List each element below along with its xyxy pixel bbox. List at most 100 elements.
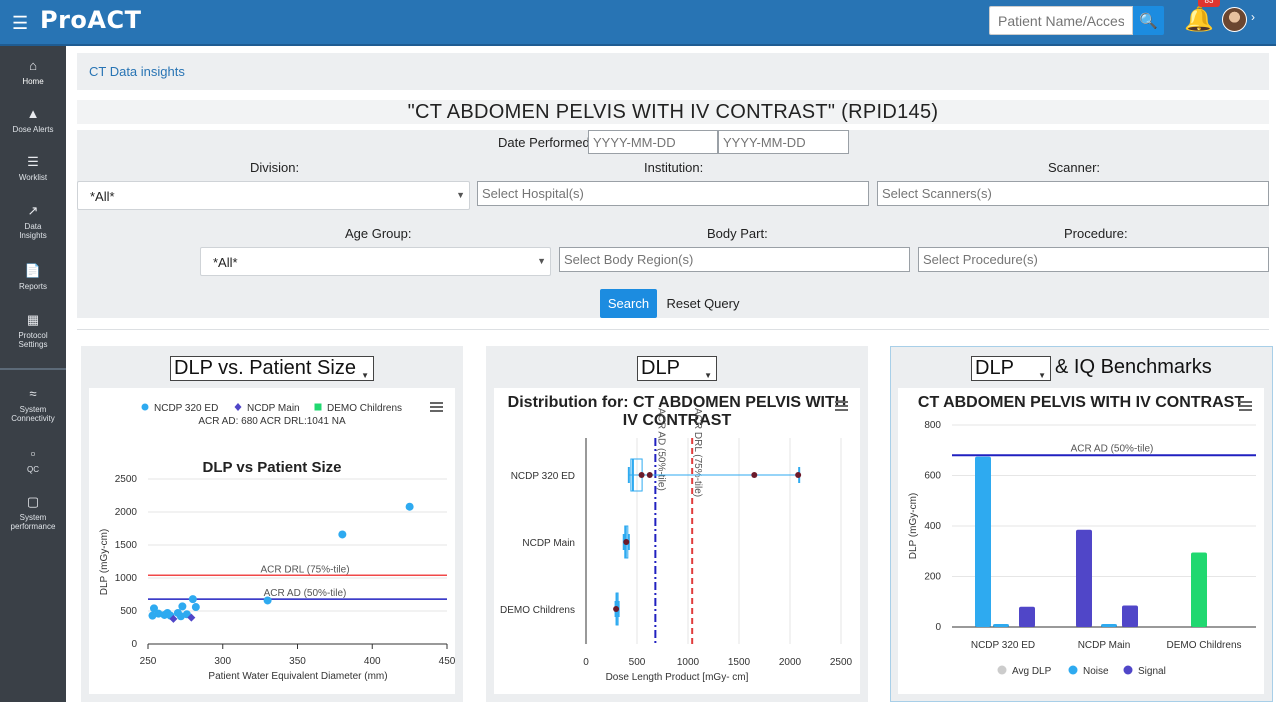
chart-type-select-2[interactable]: DLP ▼ — [637, 356, 717, 381]
sidebar-item-label: Protocol Settings — [18, 331, 48, 349]
legend-label: NCDP Main — [247, 403, 300, 414]
sidebar-item-dose-alerts[interactable]: ▲ Dose Alerts — [0, 106, 66, 134]
outlier-point — [751, 472, 758, 478]
breadcrumb[interactable]: CT Data insights — [89, 64, 185, 79]
sidebar-item-label: System performance — [10, 513, 56, 531]
chart-type-value: DLP — [641, 357, 680, 379]
reference-line-label: ACR AD (50%-tile) — [1071, 443, 1154, 454]
bar — [1019, 606, 1035, 627]
x-tick-label: 250 — [140, 656, 157, 667]
app-logo[interactable]: ProACT — [40, 6, 141, 36]
chevron-down-icon: ▼ — [1038, 371, 1046, 380]
procedure-label: Procedure: — [1064, 226, 1128, 241]
sidebar-item-worklist[interactable]: ☰ Worklist — [0, 154, 66, 182]
age-group-value: *All* — [213, 255, 238, 270]
hamburger-menu-icon — [430, 410, 443, 412]
outlier-point — [646, 472, 653, 478]
chevron-down-icon: ▼ — [704, 371, 712, 380]
category-label: DEMO Childrens — [500, 605, 575, 616]
bar — [993, 623, 1009, 627]
x-tick-label: 0 — [583, 657, 589, 668]
data-point — [178, 602, 187, 611]
chevron-down-icon: ▼ — [361, 371, 369, 380]
hamburger-menu-icon — [1239, 405, 1252, 407]
date-to-input[interactable] — [718, 130, 849, 154]
hamburger-menu-icon — [430, 406, 443, 408]
x-tick-label: 350 — [289, 656, 306, 667]
legend-marker — [997, 665, 1007, 675]
y-tick-label: 2000 — [115, 507, 138, 518]
sidebar-item-protocol-settings[interactable]: ▦ Protocol Settings — [0, 312, 66, 349]
chart-container-3: CT ABDOMEN PELVIS WITH IV CONTRAST 0 200 40… — [898, 388, 1264, 694]
sidebar-divider — [0, 368, 66, 370]
chart-type-select-3[interactable]: DLP ▼ — [971, 356, 1051, 381]
hamburger-menu-icon — [835, 409, 848, 411]
x-tick-label: 500 — [629, 657, 646, 668]
top-navbar: ☰ ProACT 🔍 🔔 83 › — [0, 0, 1276, 46]
age-group-select[interactable]: *All* ▼ — [200, 247, 551, 276]
sidebar-item-system-connectivity[interactable]: ≈ System Connectivity — [0, 386, 66, 423]
protocol-icon: ▦ — [26, 312, 40, 327]
institution-input[interactable] — [477, 181, 869, 206]
reference-line-label: ACR DRL (75%-tile) — [692, 408, 703, 497]
breadcrumb-bar — [77, 53, 1269, 90]
user-avatar[interactable] — [1222, 7, 1247, 32]
sidebar-item-home[interactable]: ⌂ Home — [0, 58, 66, 86]
reset-query-button[interactable]: Reset Query — [660, 289, 746, 318]
bar — [1191, 552, 1207, 627]
data-point — [188, 595, 197, 604]
division-label: Division: — [250, 160, 300, 175]
notification-badge: 83 — [1198, 0, 1220, 7]
legend-marker — [1068, 665, 1078, 675]
date-from-input[interactable] — [588, 130, 718, 154]
x-tick-label: 1000 — [677, 657, 700, 668]
category-label: NCDP 320 ED — [971, 640, 1035, 651]
clipboard-icon: ▫ — [30, 446, 36, 461]
procedure-input[interactable] — [918, 247, 1269, 272]
body-part-label: Body Part: — [707, 226, 768, 241]
hamburger-menu-icon — [430, 402, 443, 404]
chevron-right-icon[interactable]: › — [1251, 10, 1255, 24]
sidebar-item-qc[interactable]: ▫ QC — [0, 446, 66, 474]
patient-search-input[interactable] — [989, 6, 1133, 35]
legend-marker — [141, 403, 149, 411]
y-tick-label: 2500 — [115, 474, 138, 485]
pdf-icon: 📄 — [24, 263, 42, 278]
bar — [975, 456, 991, 627]
division-select[interactable]: *All* ▼ — [77, 181, 470, 210]
y-tick-label: 400 — [924, 521, 941, 532]
chart-type-value: DLP — [975, 357, 1014, 379]
chart-container-1: NCDP 320 ED NCDP Main DEMO Childrens ACR AD… — [89, 388, 456, 694]
division-value: *All* — [90, 189, 115, 204]
outlier-point — [638, 472, 645, 478]
date-label: Date Performed: — [498, 135, 594, 150]
chart-type-select-1[interactable]: DLP vs. Patient Size ▼ — [170, 356, 374, 381]
reference-line-label: ACR AD (50%-tile) — [264, 588, 347, 599]
category-label: NCDP Main — [1078, 640, 1131, 651]
data-point — [263, 596, 272, 605]
benchmark-suffix: & IQ Benchmarks — [1055, 356, 1212, 378]
scanner-input[interactable] — [877, 181, 1269, 206]
chart-title: CT ABDOMEN PELVIS WITH IV CONTRAST — [918, 394, 1244, 411]
data-point — [405, 502, 414, 511]
hamburger-icon[interactable]: ☰ — [12, 13, 30, 33]
institution-label: Institution: — [644, 160, 704, 175]
sidebar-item-system-performance[interactable]: ▢ System performance — [0, 494, 66, 531]
sidebar-item-data-insights[interactable]: ↗ Data Insights — [0, 203, 66, 240]
hamburger-menu-icon — [1239, 401, 1252, 403]
search-query-button[interactable]: Search — [600, 289, 657, 318]
x-tick-label: 400 — [364, 656, 381, 667]
legend-label: DEMO Childrens — [327, 403, 402, 414]
data-point — [191, 603, 200, 612]
reference-line-label: ACR AD (50%-tile) — [655, 408, 666, 491]
sidebar-item-reports[interactable]: 📄 Reports — [0, 263, 66, 291]
body-part-input[interactable] — [559, 247, 910, 272]
y-tick-label: 0 — [131, 639, 137, 650]
x-tick-label: 300 — [214, 656, 231, 667]
search-button[interactable]: 🔍 — [1133, 6, 1164, 35]
wifi-icon: ≈ — [29, 386, 37, 401]
sidebar-item-label: Home — [22, 77, 44, 86]
box-chart: Distribution for: CT ABDOMEN PELVIS WITH… — [500, 394, 853, 683]
y-tick-label: 0 — [935, 622, 941, 633]
bell-icon[interactable]: 🔔 — [1184, 6, 1214, 34]
